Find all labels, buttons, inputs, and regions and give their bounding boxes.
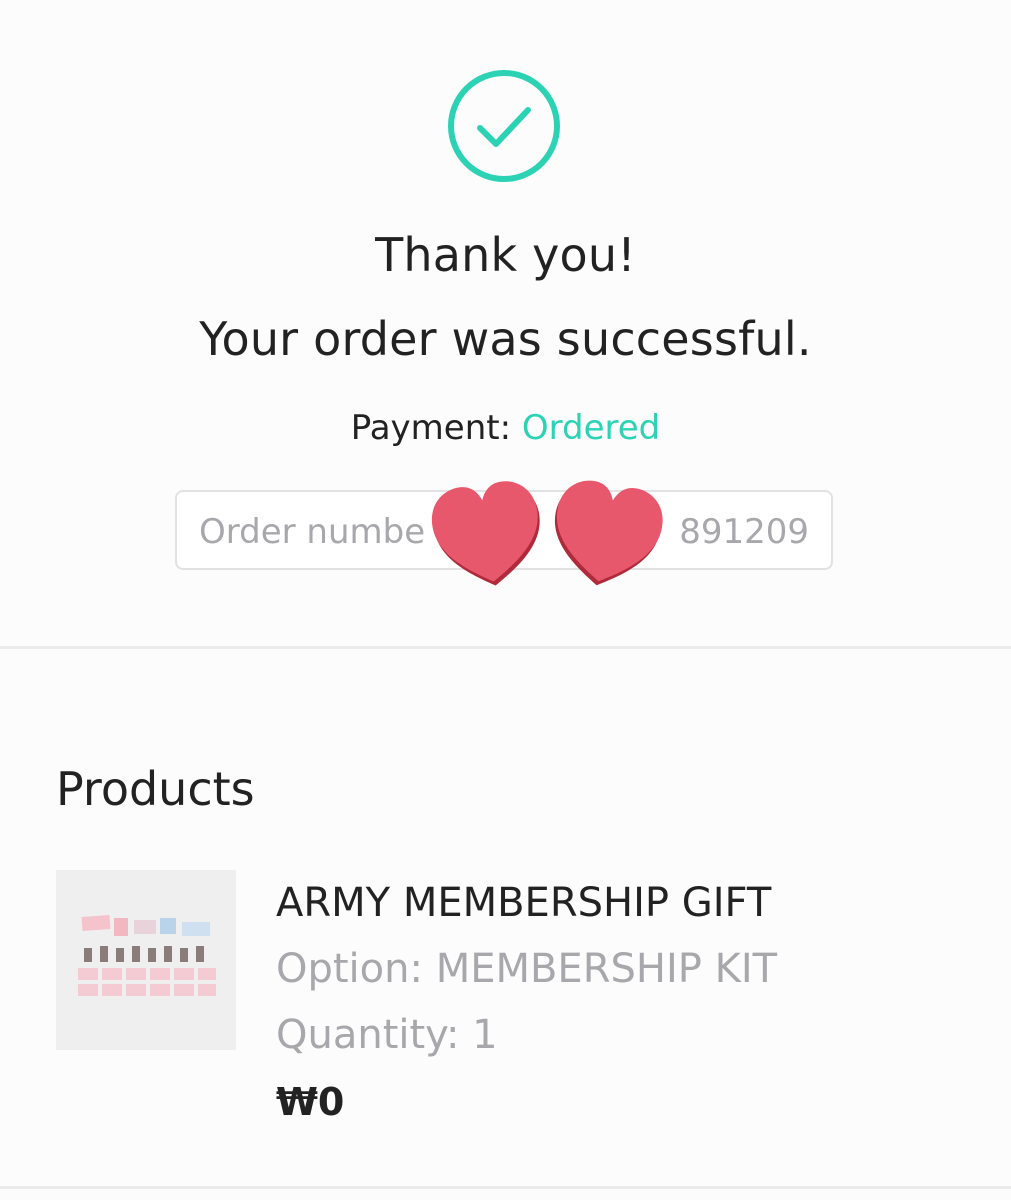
membership-kit-thumbnail (56, 870, 236, 1050)
section-divider (0, 1186, 1011, 1189)
product-option: Option: MEMBERSHIP KIT (276, 946, 778, 992)
order-success-message: Your order was successful. (199, 312, 812, 366)
check-circle-icon (448, 70, 560, 182)
heart-sticker-icon (554, 480, 663, 586)
order-confirmation-section: Thank you! Your order was successful. Pa… (0, 0, 1011, 646)
thank-you-heading: Thank you! (375, 228, 636, 282)
order-confirmation-page: Thank you! Your order was successful. Pa… (0, 0, 1011, 1200)
order-number-value: 891209 (679, 512, 809, 552)
payment-status-line: Payment: Ordered (0, 408, 1011, 448)
product-thumbnail-image[interactable] (56, 870, 236, 1050)
payment-label: Payment: (350, 408, 522, 448)
heart-sticker-icon (431, 481, 540, 586)
order-number-label: Order numbe (199, 512, 426, 552)
products-heading: Products (56, 762, 255, 816)
payment-status-value: Ordered (521, 408, 661, 448)
product-name: ARMY MEMBERSHIP GIFT (276, 880, 772, 926)
product-quantity: Quantity: 1 (276, 1012, 498, 1058)
section-divider (0, 646, 1011, 649)
product-price: ₩0 (276, 1080, 345, 1124)
